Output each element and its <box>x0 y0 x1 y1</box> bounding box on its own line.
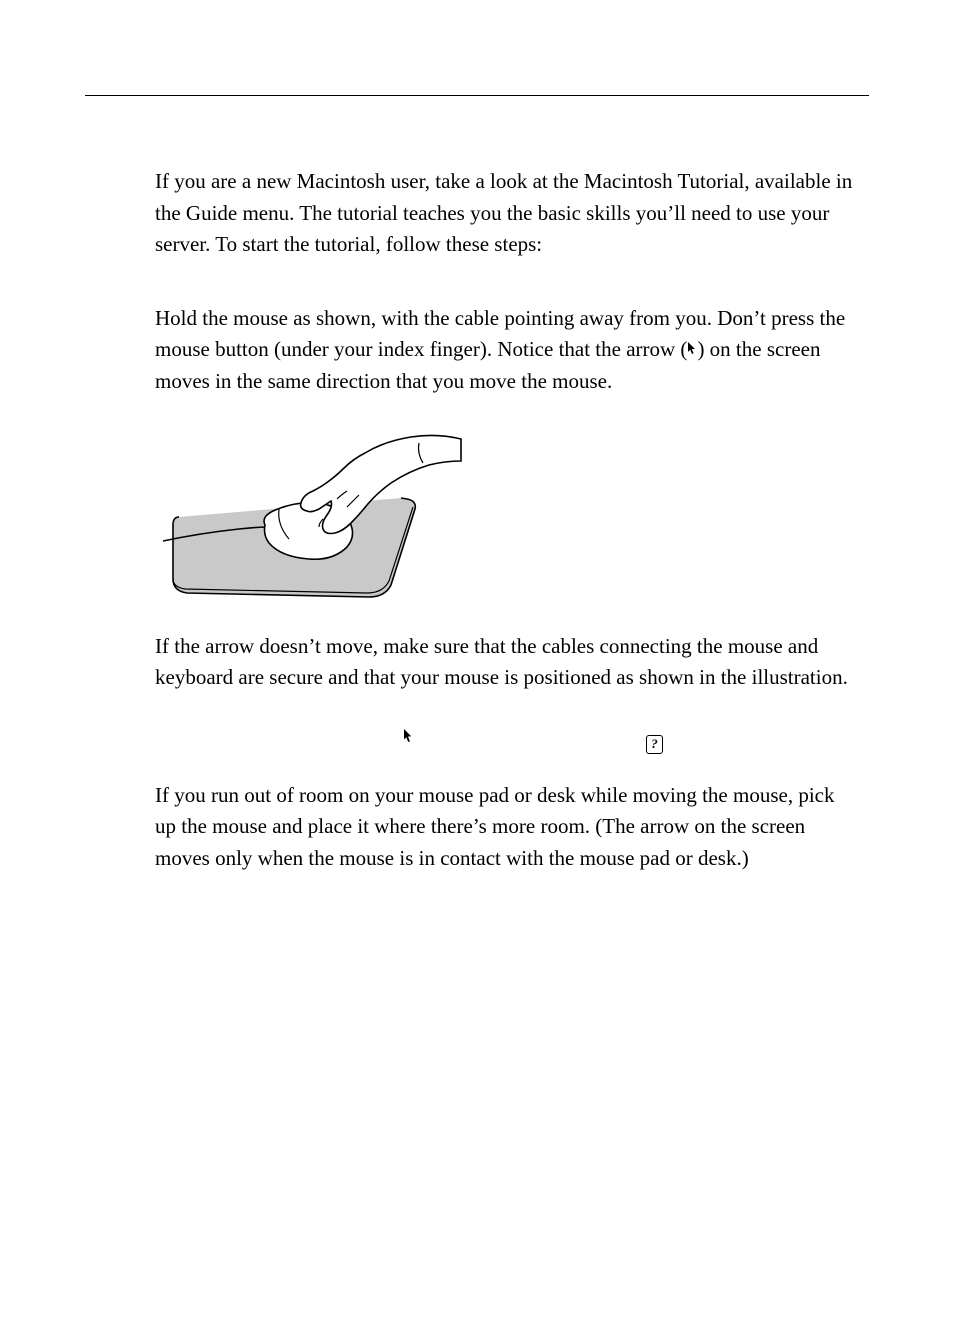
header-rule <box>85 95 869 96</box>
note-arrow-paragraph: If the arrow doesn’t move, make sure tha… <box>155 631 859 694</box>
pointer-arrow-icon <box>687 340 697 363</box>
document-page: If you are a new Macintosh user, take a … <box>0 0 954 1336</box>
inline-icon-row: ? <box>155 726 859 752</box>
step-1-paragraph: Hold the mouse as shown, with the cable … <box>155 303 859 398</box>
pointer-arrow-icon <box>403 728 413 751</box>
guide-menu-help-icon: ? <box>646 726 663 758</box>
note-room-paragraph: If you run out of room on your mouse pad… <box>155 780 859 875</box>
intro-paragraph: If you are a new Macintosh user, take a … <box>155 166 859 261</box>
body-content: If you are a new Macintosh user, take a … <box>155 166 859 874</box>
mouse-hand-illustration <box>161 429 859 609</box>
